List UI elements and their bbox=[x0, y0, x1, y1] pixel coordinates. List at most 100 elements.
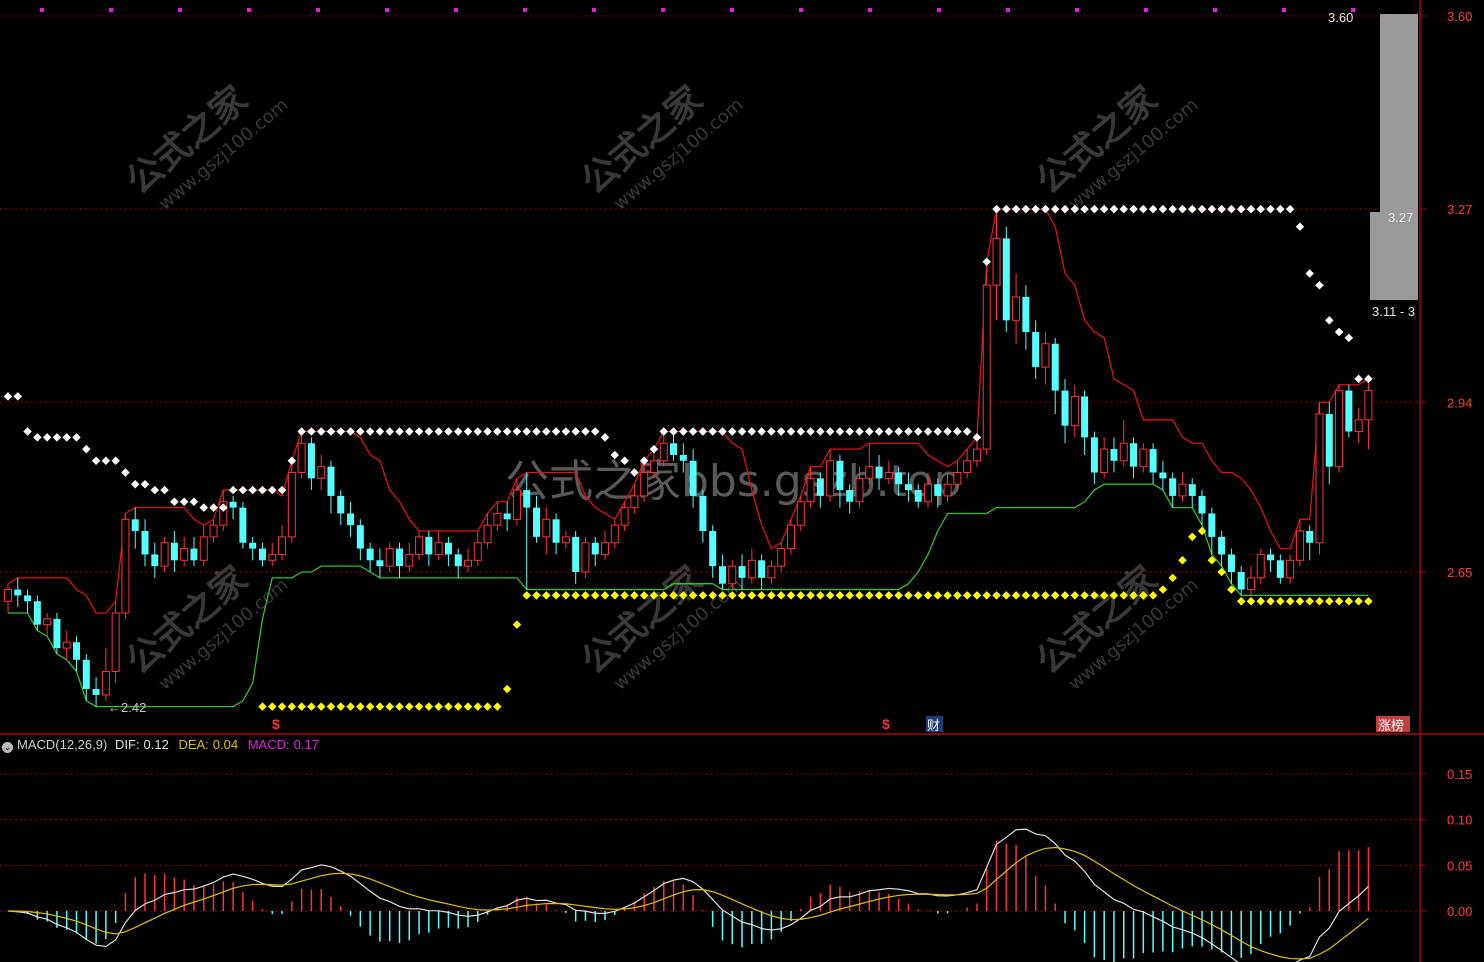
resist-dot bbox=[463, 427, 473, 436]
support-dot bbox=[287, 702, 297, 711]
candle-body bbox=[846, 490, 854, 502]
candle bbox=[180, 536, 189, 567]
y-tick-label: 3.60 bbox=[1447, 9, 1472, 24]
candle-body bbox=[1169, 478, 1177, 496]
candle-body bbox=[865, 466, 874, 479]
support-dot bbox=[1060, 591, 1070, 600]
resist-dot bbox=[346, 427, 355, 436]
candle-body bbox=[1364, 390, 1373, 421]
candle bbox=[1276, 554, 1284, 584]
resist-dot bbox=[571, 427, 580, 436]
resist-dot bbox=[493, 427, 502, 436]
kline-chart[interactable]: 3.60 3.27 2.94 2.65 公式之家www.gszj100.com 公式之家w… bbox=[0, 0, 1484, 962]
resist-dot bbox=[581, 427, 590, 436]
resist-dot bbox=[199, 503, 208, 512]
macd-name[interactable]: MACD(12,26,9) bbox=[17, 737, 107, 752]
top-signal-dot bbox=[385, 8, 389, 12]
candle-body bbox=[356, 525, 364, 549]
resist-dot bbox=[855, 427, 864, 436]
candle-body bbox=[747, 559, 756, 579]
resist-dot bbox=[130, 479, 140, 489]
support-dot bbox=[1315, 597, 1324, 606]
support-dot bbox=[806, 591, 815, 600]
support-dot bbox=[972, 591, 982, 600]
candle bbox=[1041, 332, 1050, 385]
resist-dot bbox=[13, 392, 23, 401]
candle bbox=[415, 531, 424, 561]
watermark-tile: 公式之家www.gszj100.com bbox=[1029, 79, 1203, 215]
support-dot bbox=[463, 702, 473, 711]
support-dot bbox=[943, 591, 952, 600]
resist-dot bbox=[845, 427, 854, 436]
candle bbox=[454, 548, 462, 578]
candle-body bbox=[131, 519, 139, 532]
resist-dot bbox=[776, 427, 786, 436]
support-dot bbox=[1344, 597, 1354, 606]
candle bbox=[1364, 378, 1373, 450]
resist-dot bbox=[698, 427, 708, 436]
support-dot bbox=[904, 591, 913, 600]
candle bbox=[131, 507, 139, 549]
candle-body bbox=[190, 548, 198, 561]
support-dot bbox=[365, 702, 375, 711]
top-signal-dot bbox=[1144, 8, 1148, 12]
candle bbox=[190, 536, 198, 567]
candle bbox=[1100, 437, 1109, 479]
dif-value: 0.12 bbox=[143, 737, 169, 752]
dea-line bbox=[7, 846, 1369, 960]
candle bbox=[1051, 337, 1059, 414]
resist-dot bbox=[522, 427, 531, 436]
candle bbox=[1354, 408, 1363, 444]
support-dot bbox=[336, 702, 346, 711]
support-dot bbox=[874, 591, 884, 600]
resist-dot bbox=[659, 427, 668, 436]
resist-dot bbox=[248, 485, 257, 495]
candle bbox=[151, 542, 159, 578]
candle bbox=[1267, 548, 1275, 572]
candle-body bbox=[1227, 554, 1235, 572]
candle-body bbox=[884, 472, 893, 479]
support-dot bbox=[825, 591, 835, 600]
resist-dot bbox=[140, 479, 150, 489]
resist-dot bbox=[786, 427, 796, 436]
candle-body bbox=[1012, 296, 1021, 321]
support-dot bbox=[835, 591, 845, 600]
candle-body bbox=[572, 536, 580, 572]
candle-body bbox=[1130, 443, 1138, 467]
top-signal-dot bbox=[1006, 8, 1010, 12]
resist-dot bbox=[982, 257, 991, 267]
support-dot bbox=[1305, 597, 1314, 606]
resist-dot bbox=[82, 444, 91, 454]
resist-dot bbox=[502, 427, 512, 436]
support-dot bbox=[590, 591, 600, 600]
macd-y-tick-label: 0.00 bbox=[1447, 904, 1472, 919]
candle bbox=[1130, 437, 1138, 479]
resist-dot bbox=[395, 427, 404, 436]
candle bbox=[258, 542, 266, 567]
candle-body bbox=[728, 565, 737, 585]
candle-body bbox=[1276, 560, 1284, 578]
candle-body bbox=[151, 554, 159, 567]
candle-body bbox=[777, 548, 786, 567]
candle-body bbox=[1051, 343, 1059, 391]
resist-dot bbox=[62, 433, 71, 442]
candle-body bbox=[943, 483, 952, 497]
resist-dot bbox=[287, 456, 297, 466]
candle bbox=[1002, 226, 1010, 333]
collapse-icon[interactable]: ⌄ bbox=[2, 742, 13, 753]
support-dot bbox=[1256, 597, 1266, 606]
support-dot bbox=[1295, 597, 1305, 606]
candle bbox=[610, 519, 619, 549]
candle-body bbox=[640, 472, 649, 497]
support-dot bbox=[551, 591, 561, 600]
candle-body bbox=[1267, 554, 1275, 561]
resist-dot bbox=[189, 497, 199, 507]
candle bbox=[307, 437, 315, 491]
top-signal-dot bbox=[730, 8, 734, 12]
support-dot bbox=[1168, 573, 1177, 583]
candle bbox=[347, 501, 355, 537]
support-dot bbox=[1266, 597, 1275, 606]
candle-body bbox=[523, 490, 531, 508]
candle-body bbox=[1218, 536, 1226, 555]
candle bbox=[552, 513, 560, 555]
